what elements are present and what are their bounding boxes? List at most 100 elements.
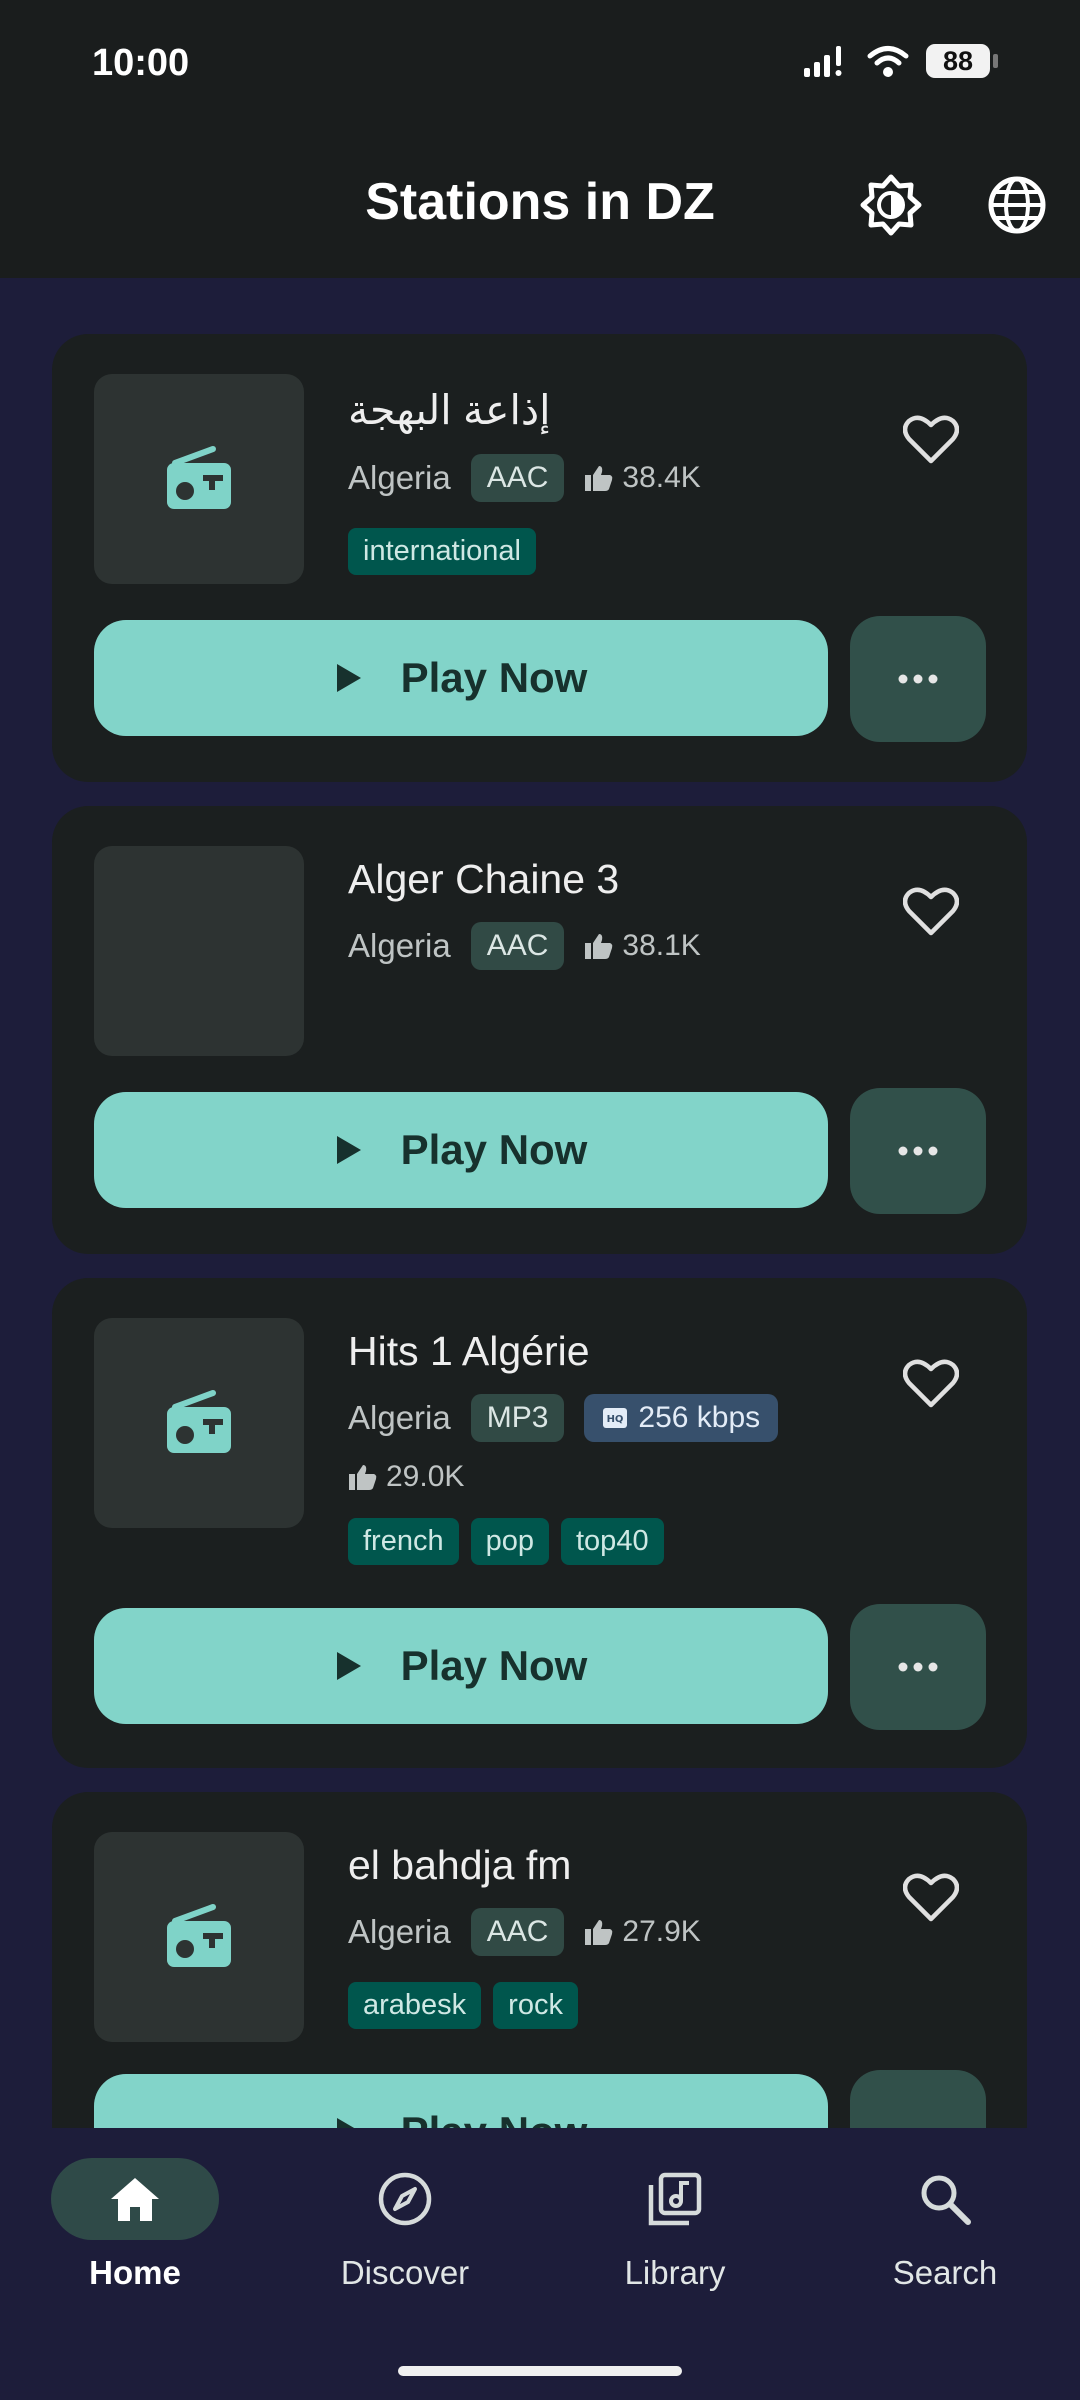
nav-discover-label: Discover bbox=[340, 2254, 470, 2291]
play-icon bbox=[336, 664, 361, 692]
tag-list: french pop top40 bbox=[348, 1518, 664, 1565]
thumbs-up-icon bbox=[585, 1920, 613, 1945]
station-name: el bahdja fm bbox=[348, 1842, 572, 1888]
nav-library-label: Library bbox=[624, 2254, 726, 2291]
likes-value: 29.0K bbox=[386, 1460, 465, 1493]
svg-text:HQ: HQ bbox=[607, 1414, 624, 1425]
codec-badge: AAC bbox=[470, 1908, 565, 1956]
brightness-icon bbox=[860, 174, 922, 236]
play-now-label: Play Now bbox=[400, 1642, 588, 1689]
tag-chip[interactable]: french bbox=[348, 1518, 459, 1565]
station-meta: Algeria MP3 HQ 256 kbps bbox=[348, 1394, 779, 1442]
nav-library[interactable]: Library bbox=[540, 2158, 810, 2292]
tag-chip[interactable]: top40 bbox=[561, 1518, 664, 1565]
radio-icon bbox=[167, 446, 231, 509]
tag-chip[interactable]: international bbox=[348, 528, 536, 575]
tag-chip[interactable]: rock bbox=[493, 1982, 578, 2029]
play-now-label: Play Now bbox=[401, 2108, 588, 2128]
nav-search-indicator bbox=[861, 2158, 1029, 2240]
home-icon bbox=[111, 2178, 159, 2221]
globe-icon bbox=[988, 176, 1046, 234]
compass-icon bbox=[378, 2172, 432, 2226]
likes-count: 29.0K bbox=[348, 1460, 464, 1494]
more-options-button[interactable] bbox=[850, 1088, 986, 1214]
heart-icon bbox=[903, 1359, 959, 1408]
likes-count: 38.4K bbox=[584, 461, 701, 495]
tag-list: international bbox=[348, 528, 536, 575]
station-likes-row: 29.0K bbox=[348, 1460, 464, 1494]
station-thumbnail bbox=[94, 846, 304, 1056]
more-options-button[interactable] bbox=[850, 2070, 986, 2128]
station-card[interactable]: el bahdja fm Algeria AAC 27.9K arabesk r… bbox=[52, 1792, 1027, 2128]
heart-icon bbox=[903, 1873, 959, 1922]
station-name: إذاعة البهجة bbox=[348, 387, 551, 433]
hq-icon: HQ bbox=[603, 1408, 628, 1428]
station-list[interactable]: إذاعة البهجة Algeria AAC 38.4K internati… bbox=[0, 278, 1080, 2128]
radio-icon bbox=[167, 1390, 231, 1453]
likes-count: 38.1K bbox=[584, 929, 701, 963]
likes-value: 38.1K bbox=[622, 929, 701, 962]
nav-search-label: Search bbox=[892, 2254, 998, 2291]
favorite-button[interactable] bbox=[901, 1356, 961, 1412]
nav-home[interactable]: Home bbox=[0, 2158, 270, 2292]
tag-chip[interactable]: arabesk bbox=[348, 1982, 482, 2029]
play-now-label: Play Now bbox=[400, 654, 588, 701]
heart-icon bbox=[903, 415, 959, 464]
status-icons: 88 bbox=[802, 44, 998, 78]
play-now-button[interactable]: Play Now bbox=[94, 620, 828, 736]
search-icon bbox=[921, 2175, 971, 2225]
station-card[interactable]: Hits 1 Algérie Algeria MP3 HQ 256 kbps 2… bbox=[52, 1278, 1027, 1768]
station-thumbnail bbox=[94, 1832, 304, 2042]
nav-discover[interactable]: Discover bbox=[270, 2158, 540, 2292]
play-now-label: Play Now bbox=[400, 1126, 588, 1173]
nav-search[interactable]: Search bbox=[810, 2158, 1080, 2292]
favorite-button[interactable] bbox=[901, 412, 961, 468]
likes-value: 38.4K bbox=[622, 461, 701, 494]
favorite-button[interactable] bbox=[901, 1870, 961, 1926]
bottom-navigation: Home Discover Library Search bbox=[0, 2128, 1080, 2400]
station-card[interactable]: Alger Chaine 3 Algeria AAC 38.1K Play No… bbox=[52, 806, 1027, 1254]
station-country: Algeria bbox=[348, 1913, 451, 1950]
station-meta: Algeria AAC 38.4K bbox=[348, 454, 701, 502]
thumbs-up-icon bbox=[349, 1465, 377, 1490]
tag-chip[interactable]: pop bbox=[470, 1518, 549, 1565]
play-icon bbox=[336, 1652, 361, 1680]
codec-badge: MP3 bbox=[470, 1394, 565, 1442]
play-now-button[interactable]: Play Now bbox=[94, 2074, 828, 2128]
station-card[interactable]: إذاعة البهجة Algeria AAC 38.4K internati… bbox=[52, 334, 1027, 782]
heart-icon bbox=[903, 887, 959, 936]
play-now-button[interactable]: Play Now bbox=[94, 1608, 828, 1724]
home-indicator[interactable] bbox=[398, 2366, 682, 2376]
station-country: Algeria bbox=[348, 1399, 451, 1436]
thumbs-up-icon bbox=[585, 934, 613, 959]
play-now-button[interactable]: Play Now bbox=[94, 1092, 828, 1208]
battery-indicator: 88 bbox=[926, 44, 998, 78]
radio-icon bbox=[167, 1904, 231, 1967]
nav-discover-indicator bbox=[321, 2158, 489, 2240]
language-button[interactable] bbox=[982, 170, 1052, 240]
station-name: Hits 1 Algérie bbox=[348, 1328, 590, 1374]
more-horiz-icon bbox=[898, 1662, 938, 1672]
play-icon bbox=[336, 1136, 361, 1164]
bitrate-badge: HQ 256 kbps bbox=[584, 1394, 779, 1442]
nav-home-indicator bbox=[51, 2158, 219, 2240]
codec-badge: AAC bbox=[470, 922, 565, 970]
more-options-button[interactable] bbox=[850, 616, 986, 742]
nav-home-label: Home bbox=[89, 2254, 181, 2291]
wifi-icon bbox=[867, 46, 909, 77]
codec-badge: AAC bbox=[470, 454, 565, 502]
brightness-button[interactable] bbox=[856, 170, 926, 240]
favorite-button[interactable] bbox=[901, 884, 961, 940]
bitrate-value: 256 kbps bbox=[638, 1401, 761, 1434]
play-icon bbox=[336, 2118, 354, 2128]
more-options-button[interactable] bbox=[850, 1604, 986, 1730]
tag-list: arabesk rock bbox=[348, 1982, 578, 2029]
more-horiz-icon bbox=[898, 1146, 938, 1156]
likes-count: 27.9K bbox=[584, 1915, 701, 1949]
station-thumbnail bbox=[94, 1318, 304, 1528]
likes-value: 27.9K bbox=[622, 1915, 701, 1948]
top-app-bar: 10:00 88 Stations in DZ bbox=[0, 0, 1080, 278]
signal-icon bbox=[804, 46, 842, 77]
status-time: 10:00 bbox=[92, 42, 190, 84]
more-horiz-icon bbox=[898, 674, 938, 684]
